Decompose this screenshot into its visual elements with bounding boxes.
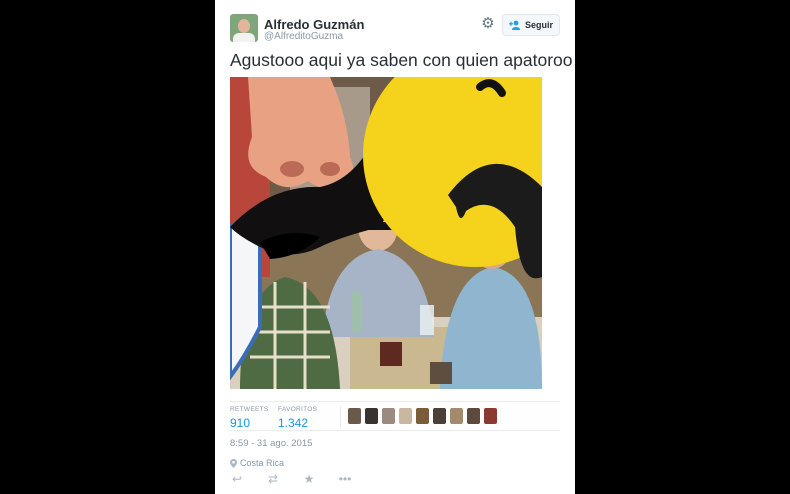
favoriter-avatar[interactable]: [484, 408, 497, 424]
add-user-icon: [508, 20, 520, 30]
tweet-photo[interactable]: [230, 77, 542, 389]
gear-icon[interactable]: ⚙: [481, 16, 495, 31]
favorites-label: FAVORITOS: [278, 406, 318, 413]
tweet-text: Agustooo aqui ya saben con quien apatoro…: [230, 50, 573, 70]
location-label: Costa Rica: [240, 458, 285, 468]
tweet-location[interactable]: Costa Rica: [230, 458, 284, 468]
follow-button-label: Seguir: [524, 20, 553, 30]
favoriter-avatar[interactable]: [467, 408, 480, 424]
retweet-icon[interactable]: ⇄: [266, 473, 280, 485]
avatar[interactable]: [230, 14, 258, 42]
author-handle[interactable]: @AlfreditoGuzma: [264, 31, 343, 42]
location-pin-icon: [230, 458, 237, 468]
retweets-stat[interactable]: RETWEETS 910: [230, 406, 269, 430]
favoriters-avatars: [348, 408, 497, 424]
favoriter-avatar[interactable]: [382, 408, 395, 424]
favoriter-avatar[interactable]: [416, 408, 429, 424]
favorite-icon[interactable]: ★: [302, 473, 316, 485]
reply-icon[interactable]: ↩: [230, 473, 244, 485]
avatar-shirt: [233, 33, 255, 42]
favoriter-avatar[interactable]: [348, 408, 361, 424]
favorites-count[interactable]: 1.342: [278, 416, 317, 430]
more-icon[interactable]: •••: [338, 473, 352, 485]
tweet-actions: ↩ ⇄ ★ •••: [230, 473, 352, 485]
favoriter-avatar[interactable]: [365, 408, 378, 424]
tweet-stats: RETWEETS 910 FAVORITOS 1.342: [230, 401, 560, 431]
favoriter-avatar[interactable]: [399, 408, 412, 424]
favorites-stat[interactable]: FAVORITOS 1.342: [278, 406, 317, 430]
retweets-count[interactable]: 910: [230, 416, 269, 430]
tweet-card: Alfredo Guzmán @AlfreditoGuzma ⚙ Seguir …: [215, 0, 575, 494]
retweets-label: RETWEETS: [230, 406, 269, 413]
favoriter-avatar[interactable]: [433, 408, 446, 424]
stats-divider: [340, 406, 341, 428]
photo-image: [230, 77, 542, 389]
avatar-face: [238, 19, 250, 33]
favoriter-avatar[interactable]: [450, 408, 463, 424]
tweet-timestamp[interactable]: 8:59 - 31 ago. 2015: [230, 438, 312, 449]
author-name[interactable]: Alfredo Guzmán: [264, 17, 364, 32]
follow-button[interactable]: Seguir: [502, 14, 560, 36]
